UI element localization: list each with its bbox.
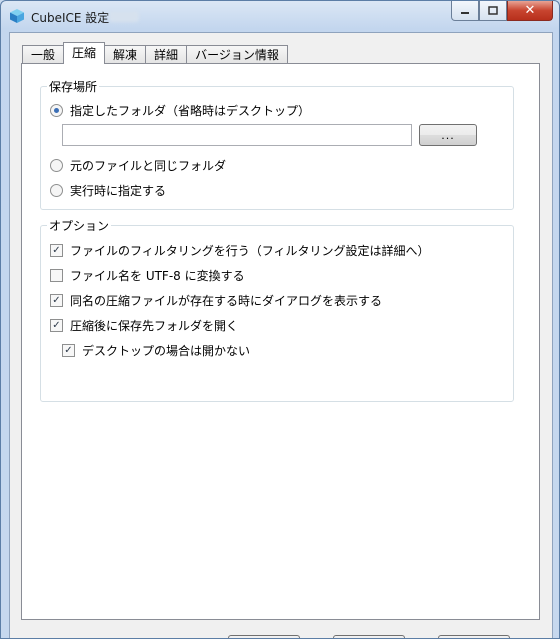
- checkbox[interactable]: [50, 269, 63, 282]
- checkbox-skip-desktop[interactable]: ✓ デスクトップの場合は開かない: [62, 342, 250, 359]
- settings-window: CubeICE 設定 ✕ 一般 圧縮 解凍 詳細 バージョン情報 保存場所 指定…: [0, 0, 560, 639]
- options-legend: オプション: [49, 219, 110, 233]
- minimize-button[interactable]: [451, 1, 479, 21]
- checkbox-open-destination[interactable]: ✓ 圧縮後に保存先フォルダを開く: [50, 317, 238, 334]
- minimize-icon: [461, 11, 469, 14]
- save-location-legend: 保存場所: [49, 80, 98, 94]
- title-bar[interactable]: CubeICE 設定 ✕: [1, 1, 559, 31]
- tab-details[interactable]: 詳細: [145, 45, 188, 64]
- title-blurred-text: [109, 11, 139, 22]
- cancel-button[interactable]: [333, 635, 405, 638]
- radio-label: 実行時に指定する: [70, 184, 167, 198]
- checkbox-file-filtering[interactable]: ✓ ファイルのフィルタリングを行う（フィルタリング設定は詳細へ）: [50, 242, 430, 259]
- radio-button[interactable]: [50, 104, 63, 117]
- dialog-client-area: 一般 圧縮 解凍 詳細 バージョン情報 保存場所 指定したフォルダ（省略時はデス…: [9, 32, 553, 638]
- checkbox-label: ファイル名を UTF-8 に変換する: [70, 269, 245, 283]
- checkbox-label: 圧縮後に保存先フォルダを開く: [70, 319, 239, 333]
- radio-same-folder[interactable]: 元のファイルと同じフォルダ: [50, 157, 226, 174]
- tab-strip: 一般 圧縮 解凍 詳細 バージョン情報: [22, 42, 288, 64]
- window-title: CubeICE 設定: [31, 11, 110, 25]
- radio-label: 元のファイルと同じフォルダ: [70, 159, 227, 173]
- radio-button[interactable]: [50, 159, 63, 172]
- checkbox[interactable]: ✓: [62, 344, 75, 357]
- checkbox-utf8-filenames[interactable]: ファイル名を UTF-8 に変換する: [50, 267, 245, 284]
- maximize-icon: [488, 6, 498, 15]
- checkbox-label: ファイルのフィルタリングを行う（フィルタリング設定は詳細へ）: [70, 244, 430, 258]
- cube-icon: [10, 9, 24, 23]
- checkbox-label: 同名の圧縮ファイルが存在する時にダイアログを表示する: [70, 294, 383, 308]
- compress-tab-panel: 保存場所 指定したフォルダ（省略時はデスクトップ） ... 元のファイルと同じフ…: [21, 63, 540, 620]
- checkbox[interactable]: ✓: [50, 294, 63, 307]
- radio-button[interactable]: [50, 184, 63, 197]
- tab-general[interactable]: 一般: [22, 45, 65, 64]
- radio-selected-dot: [54, 108, 59, 113]
- close-button[interactable]: ✕: [507, 1, 553, 21]
- tab-decompress[interactable]: 解凍: [104, 45, 147, 64]
- browse-button[interactable]: ...: [419, 124, 477, 146]
- close-icon: ✕: [524, 3, 536, 18]
- window-controls: ✕: [451, 1, 553, 21]
- ok-button[interactable]: [228, 635, 300, 638]
- maximize-button[interactable]: [479, 1, 507, 21]
- radio-specify-at-runtime[interactable]: 実行時に指定する: [50, 182, 166, 199]
- folder-path-input[interactable]: [62, 124, 412, 146]
- radio-specified-folder[interactable]: 指定したフォルダ（省略時はデスクトップ）: [50, 102, 310, 119]
- tab-compress[interactable]: 圧縮: [63, 42, 106, 64]
- checkbox-overwrite-dialog[interactable]: ✓ 同名の圧縮ファイルが存在する時にダイアログを表示する: [50, 292, 382, 309]
- checkbox-label: デスクトップの場合は開かない: [82, 344, 251, 358]
- checkbox[interactable]: ✓: [50, 244, 63, 257]
- checkbox[interactable]: ✓: [50, 319, 63, 332]
- radio-label: 指定したフォルダ（省略時はデスクトップ）: [70, 104, 311, 118]
- tab-version-info[interactable]: バージョン情報: [186, 45, 288, 64]
- apply-button[interactable]: [438, 635, 510, 638]
